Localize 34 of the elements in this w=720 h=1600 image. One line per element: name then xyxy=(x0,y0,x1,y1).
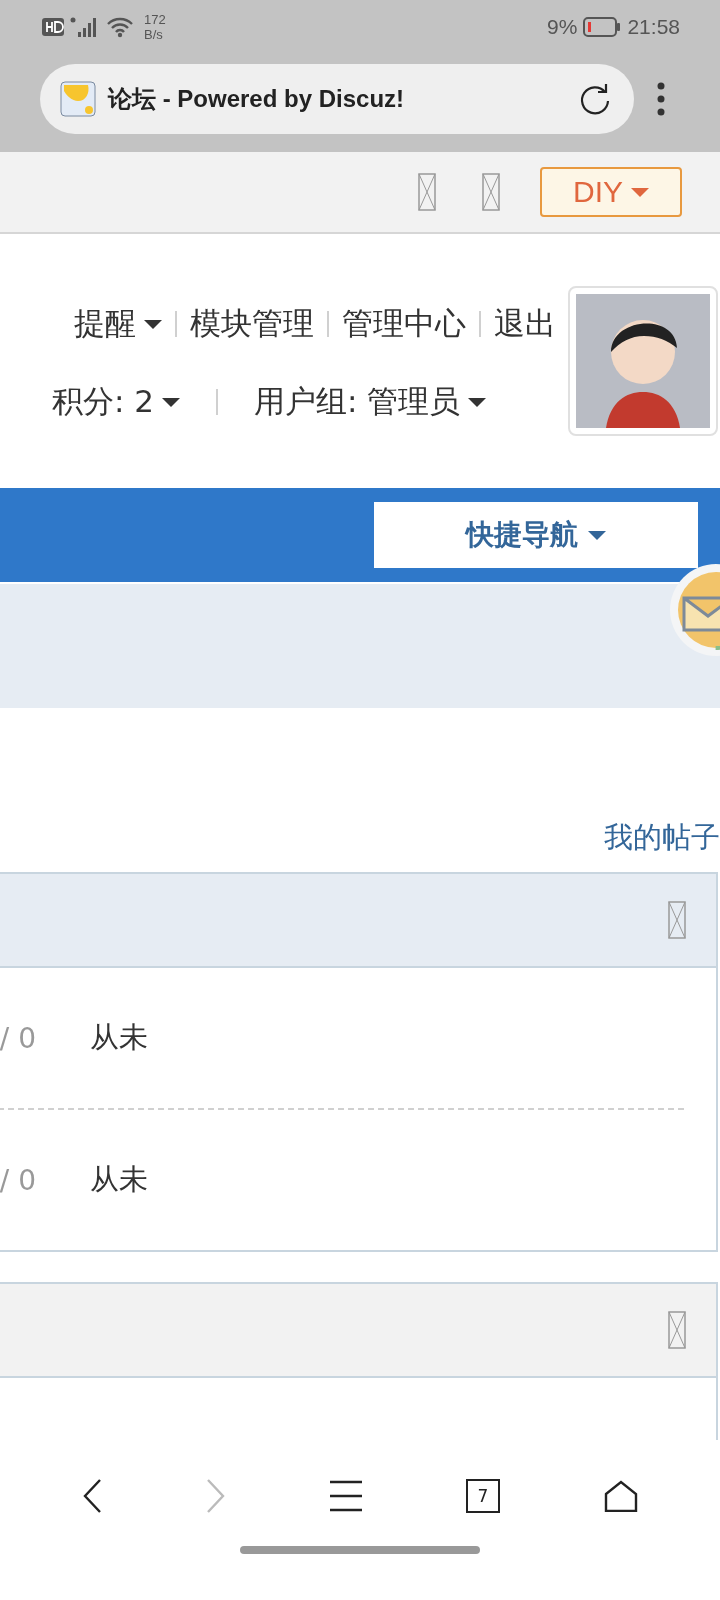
more-options-icon[interactable] xyxy=(656,82,666,116)
caret-icon xyxy=(468,397,487,407)
reply-count: / 0 xyxy=(0,1163,36,1197)
my-posts-link[interactable]: 我的帖子 xyxy=(604,818,720,858)
user-link[interactable]: 用户组: 管理员 xyxy=(254,381,487,423)
page-title: 论坛 - Powered by Discuz! xyxy=(108,84,406,114)
menu-icon[interactable] xyxy=(330,1480,362,1512)
caret-icon xyxy=(588,530,606,540)
wifi-icon xyxy=(106,16,134,38)
user-link[interactable]: 管理中心 xyxy=(342,303,466,345)
site-favicon xyxy=(60,81,96,117)
address-bar[interactable]: 论坛 - Powered by Discuz! xyxy=(40,64,634,134)
clock-time: 21:58 xyxy=(627,15,680,39)
user-link[interactable]: 退出 xyxy=(494,303,556,345)
user-link[interactable]: 模块管理 xyxy=(190,303,314,345)
battery-icon xyxy=(583,17,622,37)
refresh-icon[interactable] xyxy=(578,82,612,116)
battery-percent: 9% xyxy=(547,15,578,39)
speed-unit: B/s xyxy=(144,27,164,42)
caret-icon xyxy=(631,187,649,197)
hd-icon xyxy=(42,18,64,36)
reply-count: / 0 xyxy=(0,1021,36,1055)
tabs-button[interactable]: 7 xyxy=(466,1479,500,1513)
avatar-frame[interactable] xyxy=(568,286,718,436)
network-speed: 172 xyxy=(144,12,166,27)
last-post-time: 从未 xyxy=(90,1019,148,1056)
last-post-time: 从未 xyxy=(90,1161,148,1198)
quick-nav-button[interactable]: 快捷导航 xyxy=(374,502,698,568)
caret-icon xyxy=(144,319,162,329)
home-icon[interactable] xyxy=(604,1480,638,1512)
user-link[interactable]: 积分: 2 xyxy=(52,381,181,423)
back-icon[interactable] xyxy=(82,1478,102,1514)
user-link[interactable]: 提醒 xyxy=(74,303,162,345)
caret-icon xyxy=(162,397,181,407)
